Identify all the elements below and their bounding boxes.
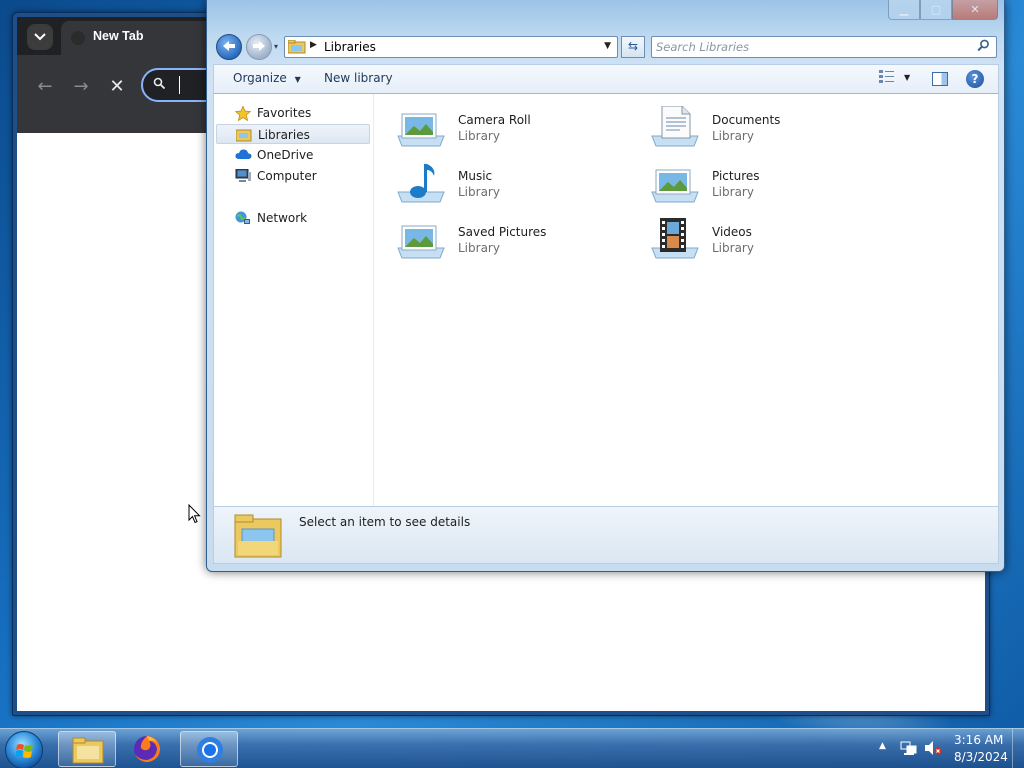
explorer-window: ▁ ▢ ✕ ▾ ▶ Libraries ▼ ⇆ Organize ▼ N	[206, 0, 1005, 572]
firefox-icon	[132, 734, 162, 767]
camera-roll-library-icon	[396, 106, 446, 154]
star-icon	[234, 105, 252, 122]
libraries-folder-icon	[234, 513, 282, 559]
nav-item-label: Network	[257, 211, 308, 225]
clock-date[interactable]: 8/3/2024	[954, 750, 1008, 764]
command-bar: Organize ▼ New library ▼ ?	[213, 64, 999, 94]
taskbar-chrome-button[interactable]	[180, 731, 238, 767]
chevron-down-icon	[34, 30, 46, 44]
breadcrumb-libraries[interactable]: Libraries	[324, 40, 376, 54]
nav-item-onedrive[interactable]: OneDrive	[216, 145, 370, 165]
clock-time[interactable]: 3:16 AM	[954, 733, 1003, 747]
tab-search-button[interactable]	[27, 24, 53, 50]
tab-loading-icon	[71, 31, 85, 45]
close-button[interactable]: ✕	[952, 0, 998, 20]
nav-item-label: Libraries	[258, 128, 310, 142]
pictures-library-icon	[650, 162, 700, 210]
view-options-dropdown-icon[interactable]: ▼	[904, 73, 910, 82]
nav-item-label: Favorites	[257, 106, 312, 120]
library-type: Library	[458, 185, 500, 199]
show-hidden-icons-icon[interactable]: ▲	[879, 741, 886, 751]
nav-item-label: Computer	[257, 169, 317, 183]
computer-icon	[235, 168, 251, 183]
forward-arrow-icon[interactable]: →	[69, 75, 93, 99]
library-item-camera-roll[interactable]: Camera Roll Library	[396, 102, 636, 154]
address-dropdown-icon[interactable]: ▼	[604, 41, 611, 51]
details-text: Select an item to see details	[299, 515, 471, 529]
library-type: Library	[712, 185, 754, 199]
nav-item-computer[interactable]: Computer	[216, 166, 370, 186]
search-icon[interactable]	[977, 39, 990, 56]
library-item-saved-pictures[interactable]: Saved Pictures Library	[396, 214, 636, 266]
libraries-grid: Camera Roll Library Documents Library Mu…	[384, 94, 998, 506]
refresh-button[interactable]: ⇆	[621, 36, 645, 58]
library-name: Documents	[712, 113, 781, 127]
chrome-icon	[195, 735, 225, 768]
library-name: Pictures	[712, 169, 760, 183]
window-controls: ▁ ▢ ✕	[888, 0, 998, 20]
libraries-icon	[235, 128, 252, 142]
volume-muted-icon[interactable]	[924, 740, 942, 756]
breadcrumb-separator-icon[interactable]: ▶	[310, 40, 317, 50]
mouse-cursor-icon	[188, 503, 202, 524]
start-button[interactable]	[5, 731, 43, 768]
back-arrow-icon[interactable]: ←	[33, 75, 57, 99]
documents-library-icon	[650, 105, 700, 154]
library-type: Library	[712, 241, 754, 255]
content-area: Favorites Libraries OneDrive Computer Ne…	[213, 94, 999, 506]
forward-button[interactable]	[246, 34, 272, 60]
folder-icon	[72, 736, 104, 767]
back-button[interactable]	[216, 34, 242, 60]
library-type: Library	[458, 241, 500, 255]
search-icon	[153, 77, 166, 94]
maximize-button[interactable]: ▢	[920, 0, 952, 20]
nav-item-libraries[interactable]: Libraries	[216, 124, 370, 144]
library-item-music[interactable]: Music Library	[396, 158, 636, 210]
library-name: Camera Roll	[458, 113, 531, 127]
network-status-icon[interactable]	[900, 740, 918, 756]
library-item-documents[interactable]: Documents Library	[650, 102, 890, 154]
nav-item-label: OneDrive	[257, 148, 314, 162]
organize-menu[interactable]: Organize ▼	[233, 71, 301, 85]
recent-locations-dropdown[interactable]: ▾	[274, 42, 278, 51]
help-icon[interactable]: ?	[966, 70, 984, 88]
library-type: Library	[712, 129, 754, 143]
library-type: Library	[458, 129, 500, 143]
refresh-icon: ⇆	[627, 39, 639, 53]
search-box	[651, 36, 997, 58]
address-bar[interactable]: ▶ Libraries ▼	[284, 36, 618, 58]
minimize-button[interactable]: ▁	[888, 0, 920, 20]
cloud-icon	[235, 148, 252, 162]
search-input[interactable]	[656, 39, 966, 55]
organize-label: Organize	[233, 71, 287, 85]
chevron-down-icon: ▼	[294, 75, 301, 84]
library-item-pictures[interactable]: Pictures Library	[650, 158, 890, 210]
show-desktop-button[interactable]	[1012, 729, 1024, 768]
library-name: Music	[458, 169, 493, 183]
new-library-button[interactable]: New library	[324, 71, 393, 85]
videos-library-icon	[650, 218, 700, 266]
music-library-icon	[396, 162, 446, 210]
taskbar-explorer-button[interactable]	[58, 731, 116, 767]
network-icon	[235, 211, 251, 225]
stop-loading-button[interactable]: ✕	[105, 75, 129, 99]
nav-item-network[interactable]: Network	[216, 208, 370, 228]
change-view-icon[interactable]	[879, 69, 895, 87]
back-arrow-icon	[222, 38, 236, 56]
library-item-videos[interactable]: Videos Library	[650, 214, 890, 266]
preview-pane-icon[interactable]	[932, 72, 948, 86]
libraries-folder-icon	[287, 39, 306, 54]
taskbar: ▲ 3:16 AM 8/3/2024	[0, 728, 1024, 768]
saved-pictures-library-icon	[396, 218, 446, 266]
library-name: Saved Pictures	[458, 225, 547, 239]
navigation-pane: Favorites Libraries OneDrive Computer Ne…	[214, 94, 374, 506]
tab-title: New Tab	[93, 29, 144, 43]
library-name: Videos	[712, 225, 752, 239]
text-caret	[179, 76, 180, 94]
taskbar-firefox-button[interactable]	[118, 731, 176, 767]
forward-arrow-icon	[252, 38, 266, 56]
nav-item-favorites[interactable]: Favorites	[216, 103, 370, 123]
details-pane: Select an item to see details	[213, 506, 999, 564]
windows-logo-icon	[15, 742, 34, 760]
